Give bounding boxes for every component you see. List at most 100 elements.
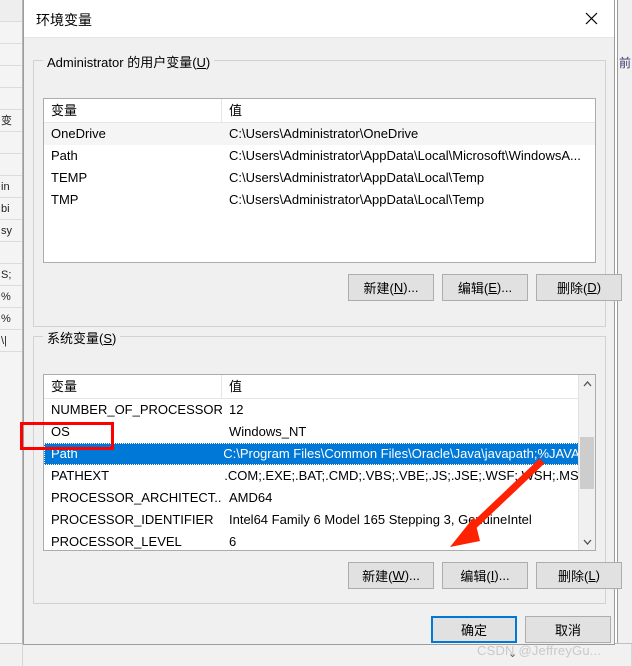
user-column-header-name[interactable]: 变量 bbox=[44, 99, 222, 122]
cell-variable-name: Path bbox=[51, 446, 78, 461]
cell-variable-name: PROCESSOR_IDENTIFIER bbox=[51, 512, 214, 527]
user-new-label-suffix: )... bbox=[403, 280, 419, 295]
user-legend-suffix: ) bbox=[205, 55, 211, 70]
system-new-label-suffix: )... bbox=[404, 568, 420, 583]
system-column-header-name[interactable]: 变量 bbox=[44, 375, 222, 398]
table-row[interactable]: PROCESSOR_LEVEL 6 bbox=[44, 531, 595, 550]
cell-variable-value: 12 bbox=[229, 402, 244, 417]
user-variables-list[interactable]: 变量 值 OneDrive C:\Users\Administrator\One… bbox=[43, 98, 596, 263]
background-left-row bbox=[0, 66, 22, 88]
cell-variable-name: PROCESSOR_ARCHITECT... bbox=[51, 490, 222, 505]
cell-variable-value: C:\Users\Administrator\OneDrive bbox=[229, 126, 419, 141]
system-list-scrollbar[interactable] bbox=[578, 375, 595, 550]
table-row[interactable]: NUMBER_OF_PROCESSORS 12 bbox=[44, 399, 595, 421]
background-left-row: in bbox=[0, 176, 22, 198]
background-left-row bbox=[0, 22, 22, 44]
dialog-body: Administrator 的用户变量(U) 变量 值 OneDrive C:\… bbox=[24, 38, 622, 644]
user-delete-button[interactable]: 删除(D) bbox=[536, 274, 622, 301]
table-row[interactable]: Path C:\Users\Administrator\AppData\Loca… bbox=[44, 145, 595, 167]
background-left-row: % bbox=[0, 308, 22, 330]
cell-variable-name: TMP bbox=[51, 192, 79, 207]
screen: 变 in bi sy S; % % \| 前 ⌄ 环境变量 Administra… bbox=[0, 0, 632, 666]
table-row[interactable]: OneDrive C:\Users\Administrator\OneDrive bbox=[44, 123, 595, 145]
system-variables-legend: 系统变量(S) bbox=[43, 328, 121, 347]
system-edit-button[interactable]: 编辑(I)... bbox=[442, 562, 528, 589]
cell-variable-value: .COM;.EXE;.BAT;.CMD;.VBS;.VBE;.JS;.JSE;.… bbox=[224, 468, 578, 483]
cancel-button[interactable]: 取消 bbox=[525, 616, 611, 643]
background-left-row bbox=[0, 132, 22, 154]
close-icon[interactable] bbox=[568, 0, 614, 37]
system-delete-mnemonic: L bbox=[588, 568, 596, 583]
cell-variable-name: OneDrive bbox=[51, 126, 106, 141]
system-variables-list[interactable]: 变量 值 NUMBER_OF_PROCESSORS 12 OS Windows_… bbox=[43, 374, 596, 551]
system-legend-mnemonic: S bbox=[103, 331, 113, 346]
cell-variable-name: PATHEXT bbox=[51, 468, 110, 483]
chevron-up-icon[interactable] bbox=[579, 375, 595, 392]
system-column-header-value[interactable]: 值 bbox=[222, 375, 578, 398]
user-new-label-prefix: 新建( bbox=[363, 281, 394, 296]
user-delete-mnemonic: D bbox=[587, 280, 597, 295]
user-edit-label-prefix: 编辑( bbox=[457, 281, 489, 296]
cell-variable-name: OS bbox=[51, 424, 70, 439]
user-edit-button[interactable]: 编辑(E)... bbox=[442, 274, 528, 301]
background-left-row bbox=[0, 0, 22, 22]
table-row[interactable]: PATHEXT .COM;.EXE;.BAT;.CMD;.VBS;.VBE;.J… bbox=[44, 465, 595, 487]
system-delete-label-suffix: ) bbox=[595, 568, 600, 583]
ok-button[interactable]: 确定 bbox=[431, 616, 517, 643]
title-bar: 环境变量 bbox=[24, 0, 614, 38]
system-new-label-prefix: 新建( bbox=[362, 569, 393, 584]
cell-variable-name: Path bbox=[51, 148, 78, 163]
system-list-rows: NUMBER_OF_PROCESSORS 12 OS Windows_NT Pa… bbox=[44, 399, 595, 550]
background-left-row: sy bbox=[0, 220, 22, 242]
system-new-mnemonic: W bbox=[392, 568, 405, 583]
background-window-left: 变 in bi sy S; % % \| bbox=[0, 0, 23, 666]
chevron-down-icon[interactable] bbox=[579, 533, 595, 550]
system-edit-label-suffix: )... bbox=[494, 568, 510, 583]
background-right-glyph: 前 bbox=[619, 56, 632, 70]
table-row[interactable]: TEMP C:\Users\Administrator\AppData\Loca… bbox=[44, 167, 595, 189]
background-left-row: 变 bbox=[0, 110, 22, 132]
system-list-header: 变量 值 bbox=[44, 375, 595, 399]
background-left-row bbox=[0, 88, 22, 110]
system-edit-label-prefix: 编辑( bbox=[460, 569, 491, 584]
cell-variable-value: 6 bbox=[229, 534, 237, 549]
system-legend-prefix: 系统变量( bbox=[47, 331, 104, 346]
scrollbar-thumb[interactable] bbox=[580, 437, 594, 489]
cell-variable-value: AMD64 bbox=[229, 490, 273, 505]
system-delete-label-prefix: 删除( bbox=[558, 569, 589, 584]
user-new-button[interactable]: 新建(N)... bbox=[348, 274, 434, 301]
background-left-row: % bbox=[0, 286, 22, 308]
user-list-header: 变量 值 bbox=[44, 99, 595, 123]
system-delete-button[interactable]: 删除(L) bbox=[536, 562, 622, 589]
background-left-row bbox=[0, 44, 22, 66]
environment-variables-dialog: 环境变量 Administrator 的用户变量(U) 变量 值 OneDriv… bbox=[23, 0, 622, 645]
table-row-selected[interactable]: Path C:\Program Files\Common Files\Oracl… bbox=[44, 443, 595, 465]
background-left-rows: 变 in bi sy S; % % \| bbox=[0, 0, 22, 352]
cell-variable-value: C:\Users\Administrator\AppData\Local\Tem… bbox=[229, 192, 485, 207]
user-column-header-value[interactable]: 值 bbox=[222, 99, 595, 122]
user-legend-prefix: Administrator 的用户变量( bbox=[47, 55, 197, 70]
table-row[interactable]: TMP C:\Users\Administrator\AppData\Local… bbox=[44, 189, 595, 211]
background-bottom-cell bbox=[0, 644, 23, 666]
user-new-mnemonic: N bbox=[393, 280, 404, 295]
table-row[interactable]: OS Windows_NT bbox=[44, 421, 595, 443]
table-row[interactable]: PROCESSOR_ARCHITECT... AMD64 bbox=[44, 487, 595, 509]
table-row[interactable]: PROCESSOR_IDENTIFIER Intel64 Family 6 Mo… bbox=[44, 509, 595, 531]
cell-variable-value: C:\Users\Administrator\AppData\Local\Tem… bbox=[229, 170, 485, 185]
user-delete-label-suffix: ) bbox=[596, 280, 602, 295]
cell-variable-value: Intel64 Family 6 Model 165 Stepping 3, G… bbox=[229, 512, 532, 527]
background-left-row: \| bbox=[0, 330, 22, 352]
system-new-button[interactable]: 新建(W)... bbox=[348, 562, 434, 589]
background-left-row: bi bbox=[0, 198, 22, 220]
background-left-row bbox=[0, 154, 22, 176]
user-edit-label-suffix: )... bbox=[496, 280, 513, 295]
cell-variable-name: PROCESSOR_LEVEL bbox=[51, 534, 182, 549]
cell-variable-value: C:\Users\Administrator\AppData\Local\Mic… bbox=[229, 148, 581, 163]
cell-variable-value: C:\Program Files\Common Files\Oracle\Jav… bbox=[223, 446, 578, 461]
user-legend-mnemonic: U bbox=[196, 55, 206, 70]
user-edit-mnemonic: E bbox=[488, 280, 497, 295]
background-left-row: S; bbox=[0, 264, 22, 286]
cell-variable-name: NUMBER_OF_PROCESSORS bbox=[51, 402, 222, 417]
background-left-row bbox=[0, 242, 22, 264]
user-delete-label-prefix: 删除( bbox=[556, 281, 588, 296]
